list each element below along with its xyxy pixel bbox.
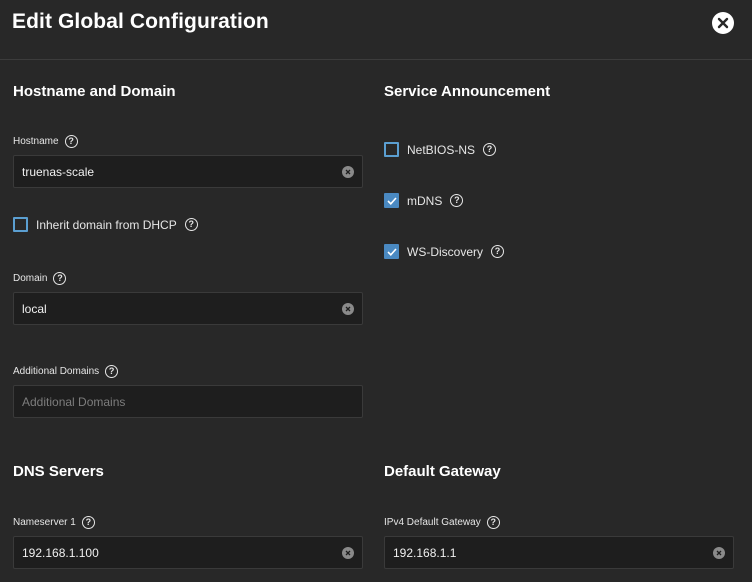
- additional-domains-input[interactable]: Additional Domains: [13, 385, 363, 418]
- additional-domains-label-text: Additional Domains: [13, 366, 100, 377]
- help-icon[interactable]: ?: [450, 194, 464, 207]
- close-button[interactable]: [712, 12, 734, 34]
- ws-discovery-label: WS-Discovery: [407, 244, 484, 259]
- clear-icon[interactable]: [342, 302, 354, 315]
- additional-domains-label: Additional Domains ?: [13, 365, 119, 378]
- close-icon: [717, 17, 729, 29]
- section-title-default-gateway: Default Gateway: [384, 463, 501, 480]
- help-icon[interactable]: ?: [81, 516, 95, 529]
- inherit-domain-checkbox[interactable]: [13, 217, 28, 232]
- mdns-label: mDNS: [407, 193, 443, 208]
- inherit-domain-row[interactable]: Inherit domain from DHCP ?: [13, 217, 198, 232]
- mdns-checkbox[interactable]: [384, 193, 399, 208]
- clear-icon[interactable]: [342, 546, 354, 559]
- domain-input[interactable]: local: [13, 292, 363, 325]
- dialog-header: Edit Global Configuration: [0, 0, 752, 60]
- help-icon[interactable]: ?: [486, 516, 500, 529]
- inherit-domain-label: Inherit domain from DHCP: [36, 217, 177, 232]
- help-icon[interactable]: ?: [491, 245, 505, 258]
- ipv4-gateway-label-text: IPv4 Default Gateway: [384, 517, 481, 528]
- ws-discovery-checkbox[interactable]: [384, 244, 399, 259]
- ws-discovery-row[interactable]: WS-Discovery ?: [384, 244, 505, 259]
- domain-label: Domain ?: [13, 272, 67, 285]
- check-icon: [386, 196, 397, 205]
- hostname-input[interactable]: truenas-scale: [13, 155, 363, 188]
- help-icon[interactable]: ?: [64, 135, 78, 148]
- ipv4-gateway-value: 192.168.1.1: [393, 545, 457, 560]
- additional-domains-placeholder: Additional Domains: [22, 394, 126, 409]
- domain-label-text: Domain: [13, 273, 48, 284]
- netbios-checkbox[interactable]: [384, 142, 399, 157]
- netbios-row[interactable]: NetBIOS-NS ?: [384, 142, 497, 157]
- ipv4-gateway-input[interactable]: 192.168.1.1: [384, 536, 734, 569]
- hostname-value: truenas-scale: [22, 164, 95, 179]
- help-icon[interactable]: ?: [53, 272, 67, 285]
- help-icon[interactable]: ?: [105, 365, 119, 378]
- nameserver1-input[interactable]: 192.168.1.100: [13, 536, 363, 569]
- mdns-row[interactable]: mDNS ?: [384, 193, 464, 208]
- check-icon: [386, 247, 397, 256]
- help-icon[interactable]: ?: [483, 143, 497, 156]
- nameserver1-value: 192.168.1.100: [22, 545, 99, 560]
- domain-value: local: [22, 301, 47, 316]
- section-title-service-announcement: Service Announcement: [384, 83, 551, 100]
- hostname-label-text: Hostname: [13, 136, 59, 147]
- nameserver1-label: Nameserver 1 ?: [13, 516, 95, 529]
- clear-icon[interactable]: [342, 165, 354, 178]
- dialog-title: Edit Global Configuration: [12, 10, 269, 33]
- ipv4-gateway-label: IPv4 Default Gateway ?: [384, 516, 500, 529]
- help-icon[interactable]: ?: [184, 218, 198, 231]
- section-title-hostname-domain: Hostname and Domain: [13, 83, 176, 100]
- clear-icon[interactable]: [713, 546, 725, 559]
- section-title-dns-servers: DNS Servers: [13, 463, 104, 480]
- hostname-label: Hostname ?: [13, 135, 78, 148]
- nameserver1-label-text: Nameserver 1: [13, 517, 76, 528]
- netbios-label: NetBIOS-NS: [407, 142, 476, 157]
